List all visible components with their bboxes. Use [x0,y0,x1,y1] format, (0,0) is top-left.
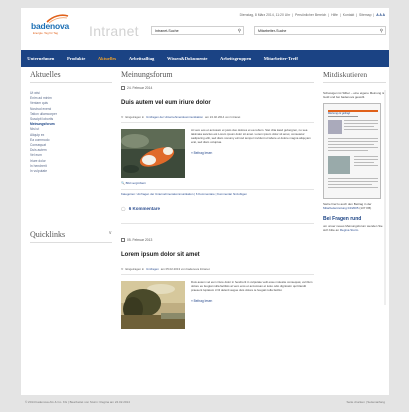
right-column-title: Mitdiskutieren [323,70,386,83]
meta-prefix: Eingetragen in [125,266,145,271]
questions-end: . [358,228,360,232]
post-body: At vero eos et accusam et justo duo dolo… [121,128,314,178]
sidebar-nav: Ut wisi Enim ad minim Veniam quis Nostru… [30,91,112,174]
comment-icon: ◯ [121,205,126,211]
document-preview-icon [328,110,378,188]
meta-category-link[interactable]: Umfragen [146,267,159,271]
nav-item-produkte[interactable]: Produkte [61,56,92,61]
calendar-icon [121,86,125,90]
intranet-search-value: Intranet-Suche [155,29,179,33]
right-column: Mitdiskutieren Schweigen ist Silber – ei… [323,70,386,305]
post-text: Duis autem vel eum iriure dolor in hendr… [191,279,313,292]
search-icon[interactable]: ⚲ [380,28,383,34]
staff-search-value: Mitarbeiter-Suche [258,29,287,33]
post-date: 05. Februar 2013 [121,237,314,242]
koi-fish-image[interactable] [121,129,185,178]
zoom-icon: 🔍 [121,181,125,185]
comments-link[interactable]: ◯ 6 Kommentare [121,206,314,224]
nav-item-aktuelles[interactable]: Aktuelles [92,56,123,61]
post-text: At vero eos et accusam et justo duo dolo… [191,128,311,144]
sidebar-title: Aktuelles [30,70,112,83]
post-meta: ✒ Eingetragen in Umfragen der Unternehme… [121,115,314,123]
contact-person-link[interactable]: Regina Sturm [340,228,358,232]
utility-link-help[interactable]: Hilfe [331,13,338,17]
sidebar: Aktuelles Ut wisi Enim ad minim Veniam q… [30,70,112,174]
quicklinks-panel[interactable]: Quicklinks ∨ [30,230,112,243]
post-date-text: 05. Februar 2013 [127,237,153,242]
badenova-logo[interactable]: badenova Energie. Tag für Tag [31,14,71,36]
staff-search-input[interactable]: Mitarbeiter-Suche ⚲ [254,26,386,35]
meta-suffix: am 24.02.2014 von Intranet [204,115,241,119]
footer-links[interactable]: Seite drucken | Seitenanfang [347,400,385,404]
post-meta: ✒ Eingetragen in Umfragen am 05.02.2013 … [121,267,314,275]
chevron-down-icon[interactable]: ∨ [108,230,112,236]
meta-prefix: Eingetragen in [125,115,145,119]
utility-link-contact[interactable]: Kontakt [343,13,355,17]
document-caption: Siehe hierzu auch den Beitrag in der Mit… [323,202,386,210]
quicklinks-title: Quicklinks ∨ [30,230,112,243]
meta-category-link[interactable]: Umfragen der Unternehmenskommunikation [146,115,203,119]
search-icon[interactable]: ⚲ [238,28,241,34]
post-body: Duis autem vel eum iriure dolor in hendr… [121,279,314,329]
nav-item-arbeitsalltag[interactable]: Arbeitsalltag [123,56,161,61]
post-text-block: At vero eos et accusam et justo duo dolo… [191,128,314,178]
footer: © 2014 badenova AG & Co. KG | Bearbeitet… [21,398,389,406]
utility-links: Dienstag, 8 März 2014, 11:20 Uhr | Persö… [239,13,385,17]
tag-icon: ✒ [121,266,124,271]
footer-copyright: © 2014 badenova AG & Co. KG | Bearbeitet… [25,400,130,404]
quicklinks-label: Quicklinks [30,230,66,239]
enlarge-image-link[interactable]: 🔍 Bild vergrößern [121,181,314,185]
nav-item-wissen-dokumente[interactable]: Wissen&Dokumente [161,56,214,61]
post-date: 24. Februar 2014 [121,86,314,90]
scrollbar[interactable] [384,90,386,305]
post-title[interactable]: Lorem ipsum dolor sit amet [121,252,314,258]
page-title: Meinungsforum [121,70,314,83]
document-link[interactable]: Mitarbeiterzeitung 04/2005 [323,206,359,210]
nav-item-mitarbeiter-treff[interactable]: Mitarbeiter-Treff [257,56,304,61]
comments-count: 6 Kommentare [128,205,161,211]
post-text-block: Duis autem vel eum iriure dolor in hendr… [191,279,314,329]
utility-date: Dienstag, 8 März 2014, 11:20 Uhr [239,13,291,17]
intranet-title: Intranet [89,23,139,39]
document-title: Meinung ist gefragt [328,112,351,115]
header: badenova Energie. Tag für Tag Intranet D… [21,8,389,50]
main-navigation: Unternehmen Produkte Aktuelles Arbeitsal… [21,50,389,67]
enlarge-label: Bild vergrößern [125,181,147,185]
calendar-icon [121,237,125,242]
questions-heading: Bei Fragen rund [323,216,362,222]
read-more-link[interactable]: » Beitrag lesen [191,299,314,303]
meta-suffix: am 05.02.2013 von badenova Intranet [160,266,210,271]
caption-post: (137 KB) [359,206,372,210]
tag-icon: ✒ [121,115,124,119]
document-thumbnail[interactable]: Meinung ist gefragt [323,103,381,199]
post-title[interactable]: Duis autem vel eum iriure dolor [121,100,314,106]
utility-link-sitemap[interactable]: Sitemap [359,13,371,17]
read-more-link[interactable]: » Beitrag lesen [191,151,314,155]
nav-item-arbeitsgruppen[interactable]: Arbeitsgruppen [214,56,258,61]
post-categories[interactable]: Kategorien: Umfragen der Unternehmenskom… [121,189,314,197]
questions-text: um unser neues Meinungsforum wenden Sie … [323,224,386,232]
main-content: Meinungsforum 24. Februar 2014 Duis aute… [121,70,314,329]
sidebar-item[interactable]: In vulputate [30,169,112,174]
nav-item-unternehmen[interactable]: Unternehmen [21,56,61,61]
intranet-search-input[interactable]: Intranet-Suche ⚲ [151,26,244,35]
logo-text: badenova [31,21,70,31]
landscape-painting-image[interactable] [121,280,185,329]
right-intro: Schweigen ist Silber – eine eigene Meinu… [323,91,386,99]
font-size-switcher[interactable]: A A A [376,13,385,17]
utility-link-personal[interactable]: Persönlicher Bereich [295,13,326,17]
page: badenova Energie. Tag für Tag Intranet D… [21,8,389,395]
logo-tagline: Energie. Tag für Tag [33,31,58,35]
post-date-text: 24. Februar 2014 [127,86,153,90]
